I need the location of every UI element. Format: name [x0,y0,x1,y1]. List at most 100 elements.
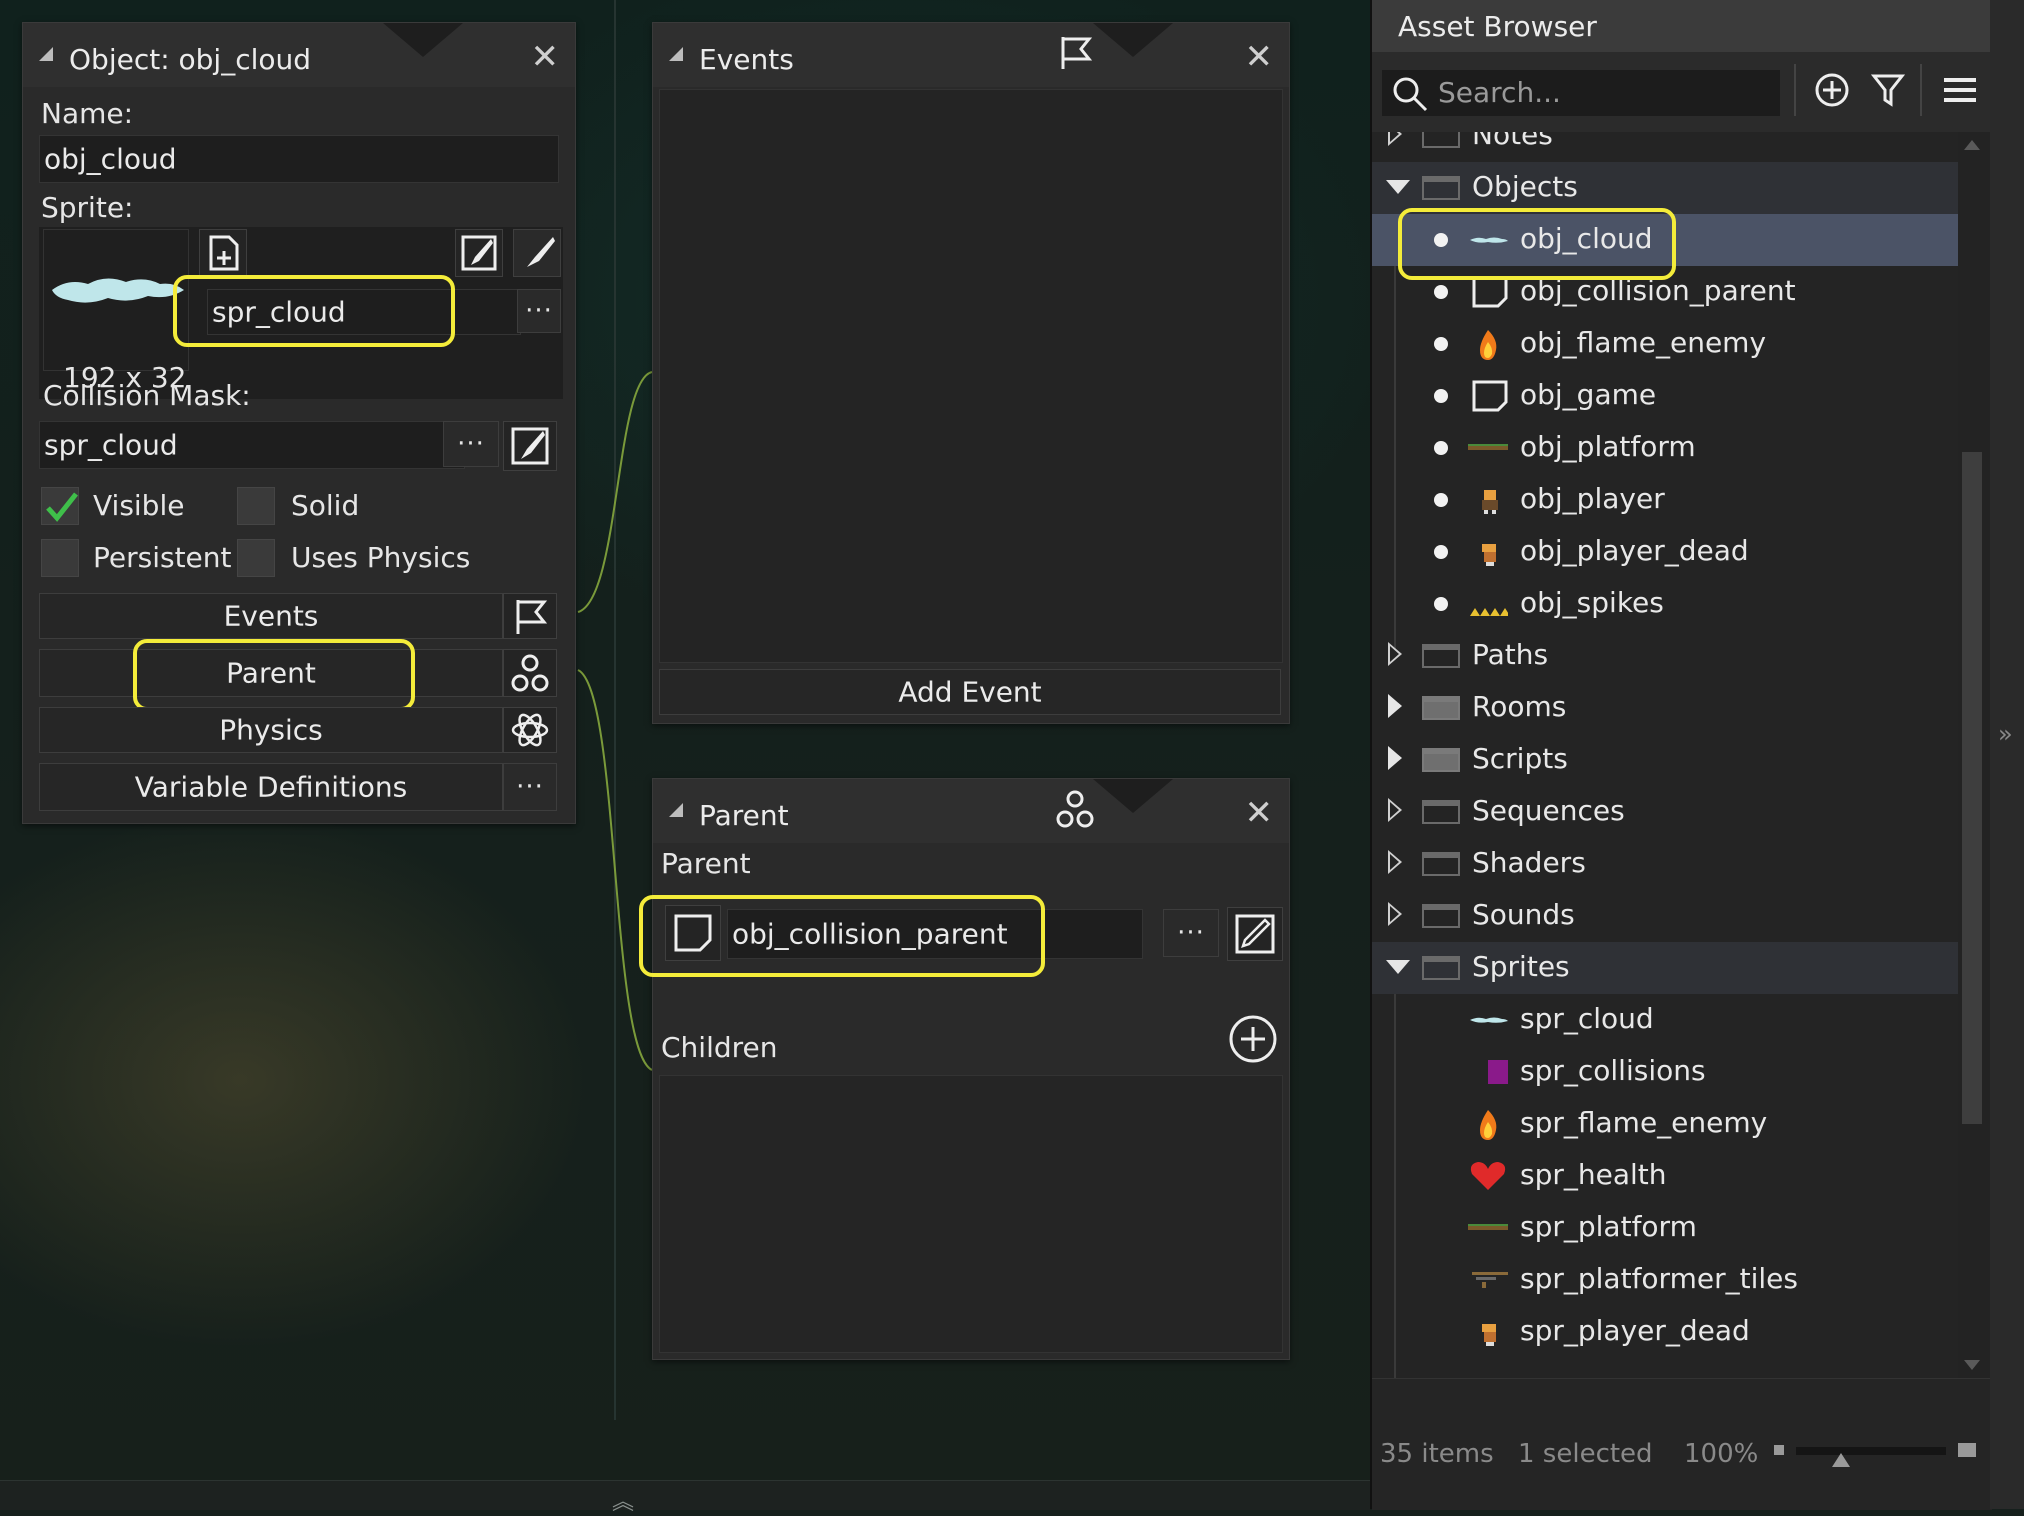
object-name-field[interactable]: obj_cloud [39,135,559,183]
tree-item-label: Sprites [1472,950,1570,983]
right-dock-edge[interactable]: » [1990,0,2024,1509]
expand-arrow-icon[interactable] [1388,132,1402,146]
scroll-up-arrow-icon[interactable] [1964,140,1980,150]
tree-item-spr-collisions[interactable]: spr_collisions [1372,1046,1958,1098]
tree-folder-sounds[interactable]: Sounds [1372,890,1958,942]
tree-item-obj-collision-parent[interactable]: obj_collision_parent [1372,266,1958,318]
uses-physics-checkbox[interactable] [237,539,275,577]
parent-object-field[interactable]: obj_collision_parent [727,909,1143,959]
menu-icon[interactable] [1940,70,1980,110]
physics-button[interactable]: Physics [39,707,503,753]
collapse-triangle-icon[interactable] [669,47,683,61]
tree-item-obj-player[interactable]: obj_player [1372,474,1958,526]
expand-arrow-icon[interactable] [1388,850,1402,874]
tree-item-spr-flame-enemy[interactable]: spr_flame_enemy [1372,1098,1958,1150]
tree-item-obj-player-dead[interactable]: obj_player_dead [1372,526,1958,578]
solid-checkbox[interactable] [237,487,275,525]
object-panel-header[interactable]: Object: obj_cloud ✕ [23,23,575,87]
tree-folder-objects[interactable]: Objects [1372,162,1958,214]
parent-button[interactable]: Parent [39,649,503,697]
sprite-editor-brush-button[interactable] [513,229,561,277]
tree-item-spr-platform[interactable]: spr_platform [1372,1202,1958,1254]
tree-item-obj-cloud[interactable]: obj_cloud [1372,214,1958,266]
physics-settings-button[interactable] [503,707,557,753]
events-list[interactable] [659,89,1283,663]
expand-arrow-icon[interactable] [1388,798,1402,822]
player-dead-sprite-icon [1482,544,1496,566]
expand-arrow-icon[interactable] [1388,694,1402,718]
add-event-button[interactable]: Add Event [659,669,1281,715]
visible-checkbox[interactable] [41,487,79,525]
collision-mask-label: Collision Mask: [43,379,251,412]
new-sprite-button[interactable] [199,229,247,277]
expand-right-icon[interactable]: » [1998,720,2013,748]
tree-folder-sprites[interactable]: Sprites [1372,942,1958,994]
parent-panel-header[interactable]: Parent ✕ [653,779,1289,843]
filter-icon[interactable] [1868,70,1908,110]
collision-mask-browse-button[interactable]: ··· [443,421,499,467]
close-icon[interactable]: ✕ [1245,793,1274,833]
variable-definitions-more-button[interactable]: ··· [503,763,557,811]
tree-folder-scripts[interactable]: Scripts [1372,734,1958,786]
collision-mask-edit-button[interactable] [503,421,557,471]
zoom-large-icon [1958,1443,1976,1457]
folder-icon [1422,644,1460,668]
add-child-icon[interactable] [1227,1013,1279,1065]
cloud-sprite-icon [1470,237,1508,243]
close-icon[interactable]: ✕ [1245,37,1274,77]
expand-arrow-icon[interactable] [1388,746,1402,770]
tree-folder-sequences[interactable]: Sequences [1372,786,1958,838]
zoom-slider-handle[interactable] [1832,1453,1850,1467]
expand-arrow-icon[interactable] [1388,902,1402,926]
scrollbar-thumb[interactable] [1962,452,1982,1124]
asset-search-box[interactable]: Search... [1382,70,1780,116]
collision-mask-field[interactable]: spr_cloud [39,421,465,469]
tree-folder-rooms[interactable]: Rooms [1372,682,1958,734]
variable-definitions-button[interactable]: Variable Definitions [39,763,503,811]
tree-item-obj-platform[interactable]: obj_platform [1372,422,1958,474]
tree-item-obj-game[interactable]: obj_game [1372,370,1958,422]
tree-item-spr-player-dead[interactable]: spr_player_dead [1372,1306,1958,1358]
collapse-triangle-icon[interactable] [39,47,53,61]
events-flag-button[interactable] [503,593,557,639]
zoom-slider[interactable] [1796,1447,1946,1467]
close-icon[interactable]: ✕ [531,37,560,77]
tree-item-spr-platformer-tiles[interactable]: spr_platformer_tiles [1372,1254,1958,1306]
collapse-arrow-icon[interactable] [1386,180,1410,194]
parent-browse-button[interactable]: ··· [1163,909,1219,957]
events-panel-header[interactable]: Events ✕ [653,23,1289,87]
events-button[interactable]: Events [39,593,503,639]
panel-notch [1093,23,1173,57]
collapse-arrow-icon[interactable] [1386,960,1410,974]
sprite-browse-button[interactable]: ··· [517,289,561,333]
add-asset-icon[interactable] [1812,70,1852,110]
tree-folder-paths[interactable]: Paths [1372,630,1958,682]
persistent-checkbox[interactable] [41,539,79,577]
sprite-select-field[interactable]: spr_cloud [207,289,521,335]
parent-edit-button[interactable] [1227,907,1283,961]
expand-arrow-icon[interactable] [1388,642,1402,666]
asset-browser-title: Asset Browser [1398,10,1597,43]
tree-item-obj-flame-enemy[interactable]: obj_flame_enemy [1372,318,1958,370]
tree-folder-shaders[interactable]: Shaders [1372,838,1958,890]
children-list[interactable] [659,1075,1283,1353]
tree-item-spr-health[interactable]: spr_health [1372,1150,1958,1202]
empty-object-icon [674,914,712,952]
tree-item-label: Sounds [1472,898,1575,931]
edit-sprite-button[interactable] [455,229,503,277]
paintbrush-icon [511,427,549,465]
tree-item-spr-cloud[interactable]: spr_cloud [1372,994,1958,1046]
folder-icon [1422,748,1460,772]
parent-hierarchy-button[interactable] [503,649,557,697]
tree-item-obj-spikes[interactable]: obj_spikes [1372,578,1958,630]
tree-folder-notes[interactable]: Notes [1372,132,1958,162]
bottom-bar [0,1480,1370,1510]
events-panel-title: Events [699,43,794,76]
workspace-canvas[interactable]: Object: obj_cloud ✕ Name: obj_cloud Spri… [0,0,1370,1515]
expand-up-icon[interactable]: ︽ [612,1484,634,1516]
parent-object-icon-button[interactable] [665,905,721,961]
asset-tree[interactable]: Notes Objects obj_cloud obj_collision_pa… [1372,132,1958,1378]
scroll-down-arrow-icon[interactable] [1964,1360,1980,1370]
collapse-triangle-icon[interactable] [669,803,683,817]
sprite-preview[interactable] [43,229,189,371]
